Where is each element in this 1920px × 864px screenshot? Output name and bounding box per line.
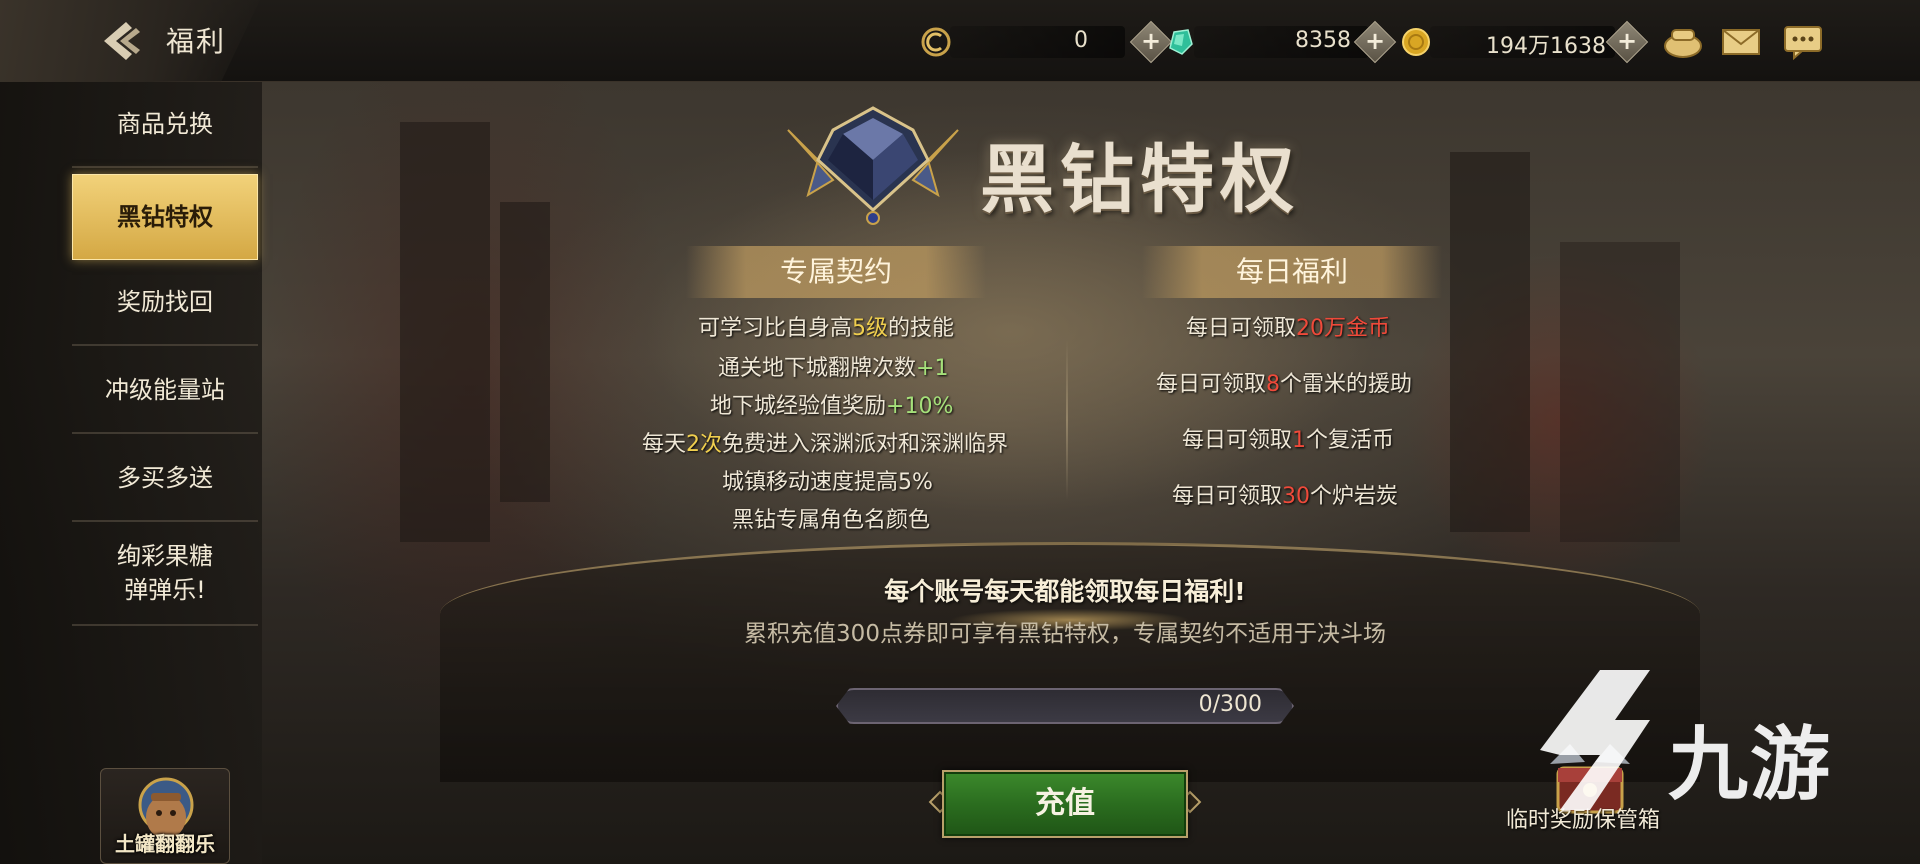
sidebar-item-label: 商品兑换 (117, 110, 213, 138)
daily-notice: 每个账号每天都能领取每日福利! (884, 577, 1246, 606)
crest-coin-icon (921, 27, 951, 57)
sidebar-item-exchange[interactable]: 商品兑换 (72, 82, 258, 168)
column-divider (1066, 340, 1068, 500)
sidebar-item-level-station[interactable]: 冲级能量站 (72, 348, 258, 434)
daily-benefit: 每日可领取1个复活币 (1182, 428, 1395, 453)
hero-title: 黑钻特权 (980, 137, 1300, 223)
contract-benefit: 地下城经验值奖励+10% (710, 394, 954, 419)
currency-value: 8358 (1295, 28, 1351, 53)
sidebar-menu: 商品兑换 黑钻特权 奖励找回 冲级能量站 多买多送 绚彩果糖 弹弹乐! (0, 82, 262, 864)
recharge-requirement-note: 累积充值300点券即可享有黑钻特权，专属契约不适用于决斗场 (744, 621, 1386, 647)
currency-gold: 194万1638 + (1400, 20, 1650, 64)
green-crystal-icon (1169, 29, 1193, 55)
daily-benefit: 每日可领取20万金币 (1186, 316, 1391, 341)
ruin-silhouette (1560, 242, 1680, 542)
chat-icon[interactable] (1782, 22, 1824, 60)
contract-section-title: 专属契约 (686, 246, 986, 298)
currency-value: 0 (1074, 28, 1088, 53)
ruin-silhouette (1450, 152, 1530, 532)
top-bar: 福利 0 + 8358 + 194万1638 + (0, 0, 1920, 82)
purse-icon[interactable] (1662, 22, 1704, 60)
sidebar-item-label: 冲级能量站 (105, 376, 225, 404)
sidebar-item-reward-recovery[interactable]: 奖励找回 (72, 260, 258, 346)
contract-benefit: 每天2次免费进入深渊派对和深渊临界 (642, 432, 1009, 457)
mail-icon[interactable] (1720, 22, 1762, 60)
progress-text: 0/300 (1198, 692, 1262, 717)
currency-value: 194万1638 (1486, 34, 1606, 59)
currency-crystal: 8358 + (1164, 20, 1404, 64)
recharge-button[interactable]: 充值 (942, 770, 1188, 838)
recharge-progress-bar: 0/300 (836, 688, 1294, 724)
contract-benefit: 城镇移动速度提高5% (722, 470, 933, 495)
ruin-silhouette (500, 202, 550, 502)
contract-benefit: 黑钻专属角色名颜色 (732, 508, 931, 533)
ruin-silhouette (400, 122, 490, 542)
watermark-text: 九游 (1668, 718, 1832, 811)
black-diamond-emblem-icon (787, 106, 959, 225)
sidebar-item-black-diamond[interactable]: 黑钻特权 (72, 174, 258, 260)
sidebar-item-buy-more[interactable]: 多买多送 (72, 436, 258, 522)
daily-benefit: 每日可领取8个雷米的援助 (1156, 372, 1413, 397)
contract-benefit: 可学习比自身高5级的技能 (698, 316, 955, 341)
daily-benefit: 每日可领取30个炉岩炭 (1172, 484, 1399, 509)
sidebar-item-label: 黑钻特权 (117, 203, 213, 231)
contract-benefit: 通关地下城翻牌次数+1 (718, 356, 949, 381)
sidebar-item-label: 多买多送 (117, 464, 213, 492)
daily-section-title: 每日福利 (1142, 246, 1442, 298)
currency-crest: 0 + (920, 20, 1173, 64)
page-title: 福利 (166, 25, 227, 58)
gold-coin-icon (1402, 28, 1430, 56)
sidebar-item-label: 奖励找回 (117, 288, 213, 316)
jar-flip-label: 土罐翻翻乐 (115, 832, 215, 856)
back-arrow-icon[interactable] (100, 18, 148, 64)
